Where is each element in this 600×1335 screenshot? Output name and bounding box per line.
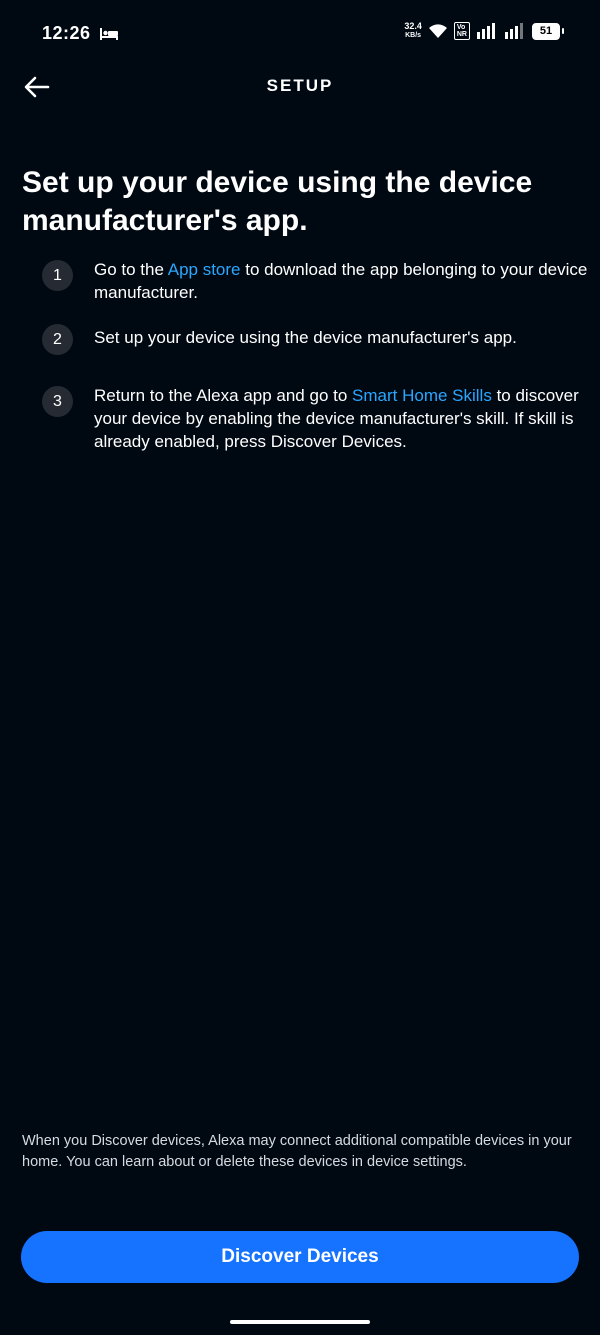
wifi-icon xyxy=(428,24,447,38)
step-item: 3 Return to the Alexa app and go to Smar… xyxy=(42,384,592,453)
step-number: 1 xyxy=(42,260,73,291)
app-store-link[interactable]: App store xyxy=(168,260,241,279)
network-speed-unit: KB/s xyxy=(405,32,422,39)
step-number: 2 xyxy=(42,324,73,355)
discover-devices-button[interactable]: Discover Devices xyxy=(21,1231,579,1283)
home-indicator[interactable] xyxy=(230,1320,370,1324)
status-icons: 32.4 KB/s Vo NR 51 xyxy=(404,22,564,40)
battery-icon: 51 xyxy=(532,22,564,40)
setup-heading: Set up your device using the device manu… xyxy=(22,166,533,237)
step-number: 3 xyxy=(42,386,73,417)
volte-badge: Vo NR xyxy=(453,22,470,40)
status-time: 12:26 xyxy=(42,23,91,43)
status-bar: 12:26 32.4 KB/s Vo NR 51 xyxy=(0,0,600,70)
network-speed-value: 32.4 xyxy=(404,21,422,31)
step-item: 1 Go to the App store to download the ap… xyxy=(42,258,592,304)
step-text: Set up your device using the device manu… xyxy=(94,328,517,347)
setup-steps: 1 Go to the App store to download the ap… xyxy=(42,258,592,471)
step-text: Go to the App store to download the app … xyxy=(94,260,588,302)
network-speed: 32.4 KB/s xyxy=(404,22,422,40)
page-title: SETUP xyxy=(266,76,334,95)
discover-disclaimer: When you Discover devices, Alexa may con… xyxy=(22,1133,572,1170)
signal-bars-icon xyxy=(477,23,495,39)
battery-level: 51 xyxy=(539,25,553,37)
bed-icon xyxy=(100,28,118,40)
step-text: Return to the Alexa app and go to Smart … xyxy=(94,386,579,451)
smart-home-skills-link[interactable]: Smart Home Skills xyxy=(352,386,492,405)
signal-bars-icon xyxy=(505,23,523,39)
step-item: 2 Set up your device using the device ma… xyxy=(42,322,592,355)
